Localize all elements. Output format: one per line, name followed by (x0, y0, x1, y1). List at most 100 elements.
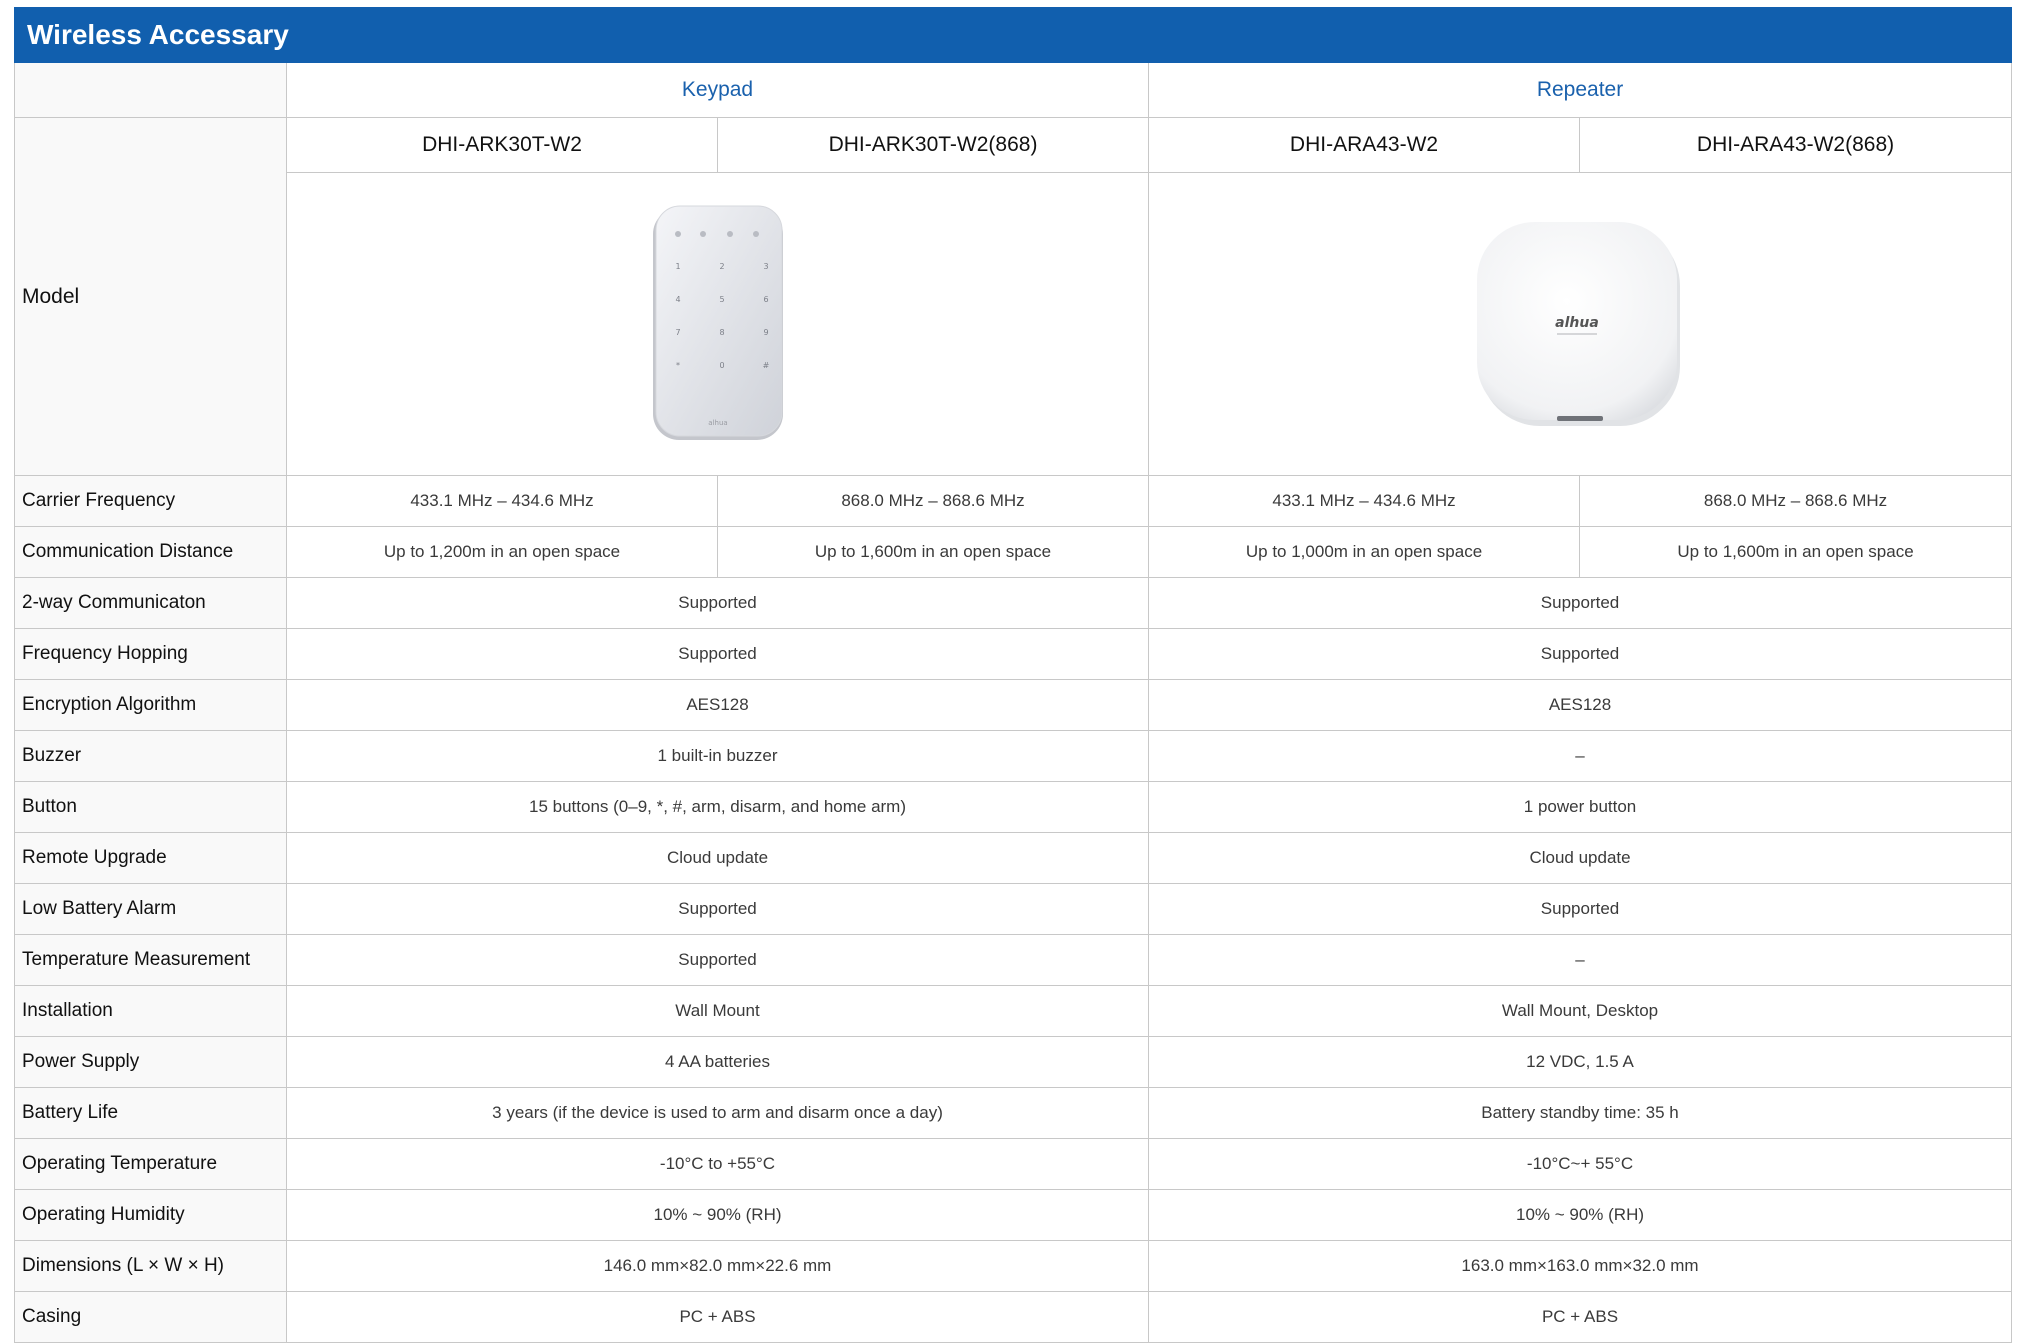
repeater-device-image: alhua (1477, 222, 1681, 426)
table-row: Operating Humidity 10% ~ 90% (RH) 10% ~ 90… (14, 1189, 2013, 1241)
keypad-value: Supported (285, 883, 1150, 935)
table-row: Buzzer 1 built-in buzzer – (14, 730, 2013, 782)
row-label: Communication Distance (14, 526, 287, 578)
keypad-device-image: 1 2 3 4 5 6 7 8 9 * 0 # alhua (652, 205, 783, 440)
keypad-key-label: * (676, 361, 680, 370)
cell-value: 868.0 MHz – 868.6 MHz (716, 475, 1150, 527)
model-name: DHI-ARK30T-W2(868) (716, 117, 1150, 173)
keypad-value: Wall Mount (285, 985, 1150, 1037)
repeater-value: – (1148, 934, 2013, 986)
row-label: Power Supply (14, 1036, 287, 1088)
table-row: 2-way Communicaton Supported Supported (14, 577, 2013, 629)
keypad-key-label: 6 (763, 295, 768, 304)
row-label: Frequency Hopping (14, 628, 287, 680)
category-row-label (14, 62, 287, 118)
repeater-value: -10°C~+ 55°C (1148, 1138, 2013, 1190)
category-keypad: Keypad (285, 62, 1150, 118)
keypad-key-label: 9 (763, 328, 768, 337)
keypad-key-label: 3 (763, 262, 768, 271)
row-label: Operating Temperature (14, 1138, 287, 1190)
keypad-value: Supported (285, 934, 1150, 986)
table-row: Installation Wall Mount Wall Mount, Deskto… (14, 985, 2013, 1037)
keypad-value: PC + ABS (285, 1291, 1150, 1343)
keypad-key-label: 4 (675, 295, 680, 304)
page-title: Wireless Accessary (13, 7, 1150, 63)
title-bar: Wireless Accessary (13, 7, 2013, 63)
row-label: Temperature Measurement (14, 934, 287, 986)
repeater-image-cell: alhua (1148, 172, 2013, 476)
repeater-value: Battery standby time: 35 h (1148, 1087, 2013, 1139)
row-label: Installation (14, 985, 287, 1037)
table-row: Power Supply 4 AA batteries 12 VDC, 1.5 A (14, 1036, 2013, 1088)
spec-table: Wireless Accessary Keypad Repeater Model… (13, 7, 2013, 1343)
repeater-value: AES128 (1148, 679, 2013, 731)
row-label: Dimensions (L × W × H) (14, 1240, 287, 1292)
row-label: Remote Upgrade (14, 832, 287, 884)
keypad-key-label: 1 (675, 262, 680, 271)
table-row: Temperature Measurement Supported – (14, 934, 2013, 986)
table-row: Remote Upgrade Cloud update Cloud update (14, 832, 2013, 884)
repeater-value: 12 VDC, 1.5 A (1148, 1036, 2013, 1088)
keypad-key-label: 8 (719, 328, 724, 337)
repeater-value: Wall Mount, Desktop (1148, 985, 2013, 1037)
title-bar-right (1148, 7, 2013, 63)
keypad-value: 3 years (if the device is used to arm an… (285, 1087, 1150, 1139)
repeater-value: 1 power button (1148, 781, 2013, 833)
table-row: Communication Distance Up to 1,200m in an… (14, 526, 2013, 578)
cell-value: 868.0 MHz – 868.6 MHz (1579, 475, 2013, 527)
cell-value: Up to 1,000m in an open space (1148, 526, 1581, 578)
model-row: Model DHI-ARK30T-W2 DHI-ARK30T-W2(868) D… (14, 117, 2013, 476)
keypad-value: 15 buttons (0–9, *, #, arm, disarm, and … (285, 781, 1150, 833)
table-row: Encryption Algorithm AES128 AES128 (14, 679, 2013, 731)
repeater-value: 163.0 mm×163.0 mm×32.0 mm (1148, 1240, 2013, 1292)
brand-logo: alhua (1555, 315, 1599, 331)
repeater-value: Cloud update (1148, 832, 2013, 884)
repeater-value: Supported (1148, 883, 2013, 935)
repeater-value: Supported (1148, 577, 2013, 629)
table-row: Battery Life 3 years (if the device is us… (14, 1087, 2013, 1139)
svg-text:alhua: alhua (708, 419, 727, 427)
cell-value: Up to 1,600m in an open space (716, 526, 1150, 578)
table-row: Low Battery Alarm Supported Supported (14, 883, 2013, 935)
keypad-image-cell: 1 2 3 4 5 6 7 8 9 * 0 # alhua (285, 172, 1150, 476)
keypad-value: 146.0 mm×82.0 mm×22.6 mm (285, 1240, 1150, 1292)
category-repeater: Repeater (1148, 62, 2013, 118)
row-label: Operating Humidity (14, 1189, 287, 1241)
row-label: 2-way Communicaton (14, 577, 287, 629)
keypad-key-label: 0 (719, 361, 724, 370)
keypad-value: Supported (285, 628, 1150, 680)
row-label: Battery Life (14, 1087, 287, 1139)
table-row: Button 15 buttons (0–9, *, #, arm, disarm… (14, 781, 2013, 833)
row-label: Low Battery Alarm (14, 883, 287, 935)
cell-value: 433.1 MHz – 434.6 MHz (1148, 475, 1581, 527)
table-row: Carrier Frequency 433.1 MHz – 434.6 MHz 86… (14, 475, 2013, 527)
repeater-value: PC + ABS (1148, 1291, 2013, 1343)
row-label: Buzzer (14, 730, 287, 782)
keypad-key-label: 5 (719, 295, 724, 304)
table-row: Operating Temperature -10°C to +55°C -10°C… (14, 1138, 2013, 1190)
repeater-value: Supported (1148, 628, 2013, 680)
cell-value: Up to 1,200m in an open space (286, 526, 718, 578)
table-row: Casing PC + ABS PC + ABS (14, 1291, 2013, 1343)
keypad-value: Supported (285, 577, 1150, 629)
model-name: DHI-ARK30T-W2 (286, 117, 718, 173)
model-name: DHI-ARA43-W2 (1148, 117, 1581, 173)
spec-sheet: Wireless Accessary Keypad Repeater Model… (13, 7, 2013, 1343)
keypad-value: Cloud update (285, 832, 1150, 884)
keypad-value: 4 AA batteries (285, 1036, 1150, 1088)
row-label: Button (14, 781, 287, 833)
table-row: Dimensions (L × W × H) 146.0 mm×82.0 mm×2… (14, 1240, 2013, 1292)
keypad-key-label: # (762, 361, 769, 370)
keypad-value: 10% ~ 90% (RH) (285, 1189, 1150, 1241)
model-name: DHI-ARA43-W2(868) (1579, 117, 2013, 173)
row-label: Model (14, 117, 287, 476)
keypad-key-label: 7 (675, 328, 680, 337)
row-label: Casing (14, 1291, 287, 1343)
keypad-value: 1 built-in buzzer (285, 730, 1150, 782)
image-row: 1 2 3 4 5 6 7 8 9 * 0 # alhua alhua (15, 172, 2013, 476)
table-row: Frequency Hopping Supported Supported (14, 628, 2013, 680)
cell-value: 433.1 MHz – 434.6 MHz (286, 475, 718, 527)
repeater-value: – (1148, 730, 2013, 782)
repeater-value: 10% ~ 90% (RH) (1148, 1189, 2013, 1241)
keypad-value: -10°C to +55°C (285, 1138, 1150, 1190)
